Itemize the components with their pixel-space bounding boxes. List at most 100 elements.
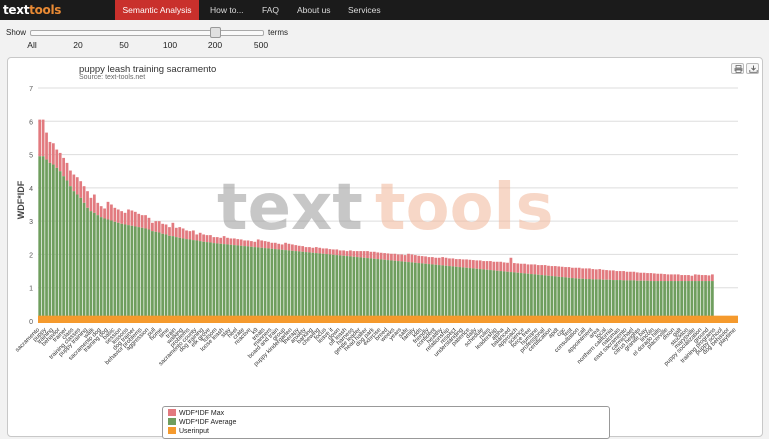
bar-average — [557, 276, 561, 321]
bar-average — [359, 257, 363, 321]
bar-max — [174, 227, 178, 238]
bar-max — [243, 240, 246, 247]
bar-max — [86, 191, 89, 208]
bar-max — [506, 262, 509, 272]
bar-average — [232, 245, 236, 321]
bar-average — [478, 269, 482, 321]
bar-max — [465, 259, 468, 268]
bar-average — [390, 260, 393, 321]
bar-max — [659, 273, 663, 282]
bar-max — [413, 255, 417, 263]
bar-max — [311, 247, 315, 253]
legend-label-max: WDF*IDF Max — [179, 410, 225, 417]
bar-average — [75, 194, 79, 321]
bar-average — [553, 276, 557, 321]
bar-max — [246, 240, 250, 247]
bar-average — [328, 254, 332, 321]
bar-max — [475, 260, 479, 269]
bar-average — [656, 281, 660, 321]
bar-average — [550, 276, 554, 321]
bar-average — [413, 262, 417, 321]
bar-average — [366, 258, 369, 321]
bar-max — [250, 241, 253, 247]
bar-average — [509, 272, 513, 321]
bar-average — [635, 280, 639, 321]
bar-average — [372, 258, 376, 321]
bar-average — [79, 197, 83, 321]
bar-average — [246, 246, 250, 321]
bar-max — [540, 265, 544, 276]
bar-average — [38, 156, 42, 321]
bar-max — [536, 265, 540, 275]
bar-max — [441, 257, 444, 266]
bar-average — [632, 280, 636, 321]
bar-average — [376, 259, 380, 321]
bar-average — [707, 281, 711, 321]
y-axis: 0 1 2 3 4 5 6 7 — [29, 86, 33, 326]
bar-max — [403, 255, 407, 262]
bar-max — [704, 275, 707, 282]
bar-max — [427, 257, 431, 265]
bar-max — [553, 266, 557, 277]
bar-max — [338, 250, 342, 256]
bar-average — [526, 273, 530, 321]
bar-max — [458, 259, 462, 268]
bar-max — [390, 253, 393, 261]
bar-max — [304, 247, 308, 253]
bar-max — [618, 271, 622, 281]
legend-item-userinput[interactable]: Userinput — [168, 427, 209, 436]
bar-average — [369, 258, 373, 321]
bar-average — [485, 269, 489, 321]
bar-average — [154, 231, 158, 321]
bar-max — [523, 263, 526, 274]
bar-average — [605, 279, 608, 321]
bar-average — [178, 237, 182, 321]
bar-max — [571, 267, 574, 279]
bar-max — [362, 251, 366, 258]
wdf-idf-chart: text tools 0 1 2 3 4 5 6 7 WDF*IDF sacramentopu… — [15, 86, 738, 368]
bar-max — [113, 207, 117, 222]
bar-max — [253, 241, 257, 248]
bar-max — [598, 269, 602, 280]
bar-average — [581, 278, 584, 321]
bar-average — [284, 250, 287, 321]
bar-average — [629, 280, 632, 321]
bar-max — [502, 262, 506, 272]
bar-max — [499, 261, 503, 272]
bar-max — [123, 212, 127, 225]
legend-item-max[interactable]: WDF*IDF Max — [168, 409, 224, 418]
bar-average — [646, 280, 649, 321]
bar-max — [693, 274, 697, 282]
bar-average — [530, 274, 533, 321]
bar-max — [700, 275, 704, 282]
bar-average — [151, 231, 154, 321]
bar-average — [99, 217, 103, 321]
bar-average — [588, 279, 591, 321]
chart-legend: WDF*IDF Max WDF*IDF Average Userinput — [162, 406, 610, 439]
bar-average — [304, 252, 308, 321]
bar-max — [492, 261, 496, 271]
legend-swatch-userinput — [168, 427, 176, 434]
bar-max — [673, 274, 677, 282]
bar-average — [468, 268, 472, 321]
bar-average — [499, 271, 503, 321]
bar-average — [666, 281, 670, 321]
bar-max — [202, 234, 205, 242]
bar-average — [690, 281, 694, 321]
bar-average — [209, 242, 212, 321]
bar-average — [277, 249, 281, 321]
bar-average — [127, 225, 130, 321]
bar-max — [209, 235, 212, 243]
bar-max — [349, 250, 352, 257]
bar-max — [342, 250, 345, 256]
bar-max — [608, 270, 612, 280]
bar-max — [629, 271, 632, 281]
bar-max — [116, 209, 120, 223]
bar-average — [533, 274, 537, 321]
bar-average — [106, 219, 110, 321]
legend-item-average[interactable]: WDF*IDF Average — [168, 418, 236, 427]
bar-average — [168, 235, 171, 321]
bar-average — [676, 281, 680, 321]
bar-average — [92, 212, 96, 321]
bar-average — [236, 245, 240, 321]
